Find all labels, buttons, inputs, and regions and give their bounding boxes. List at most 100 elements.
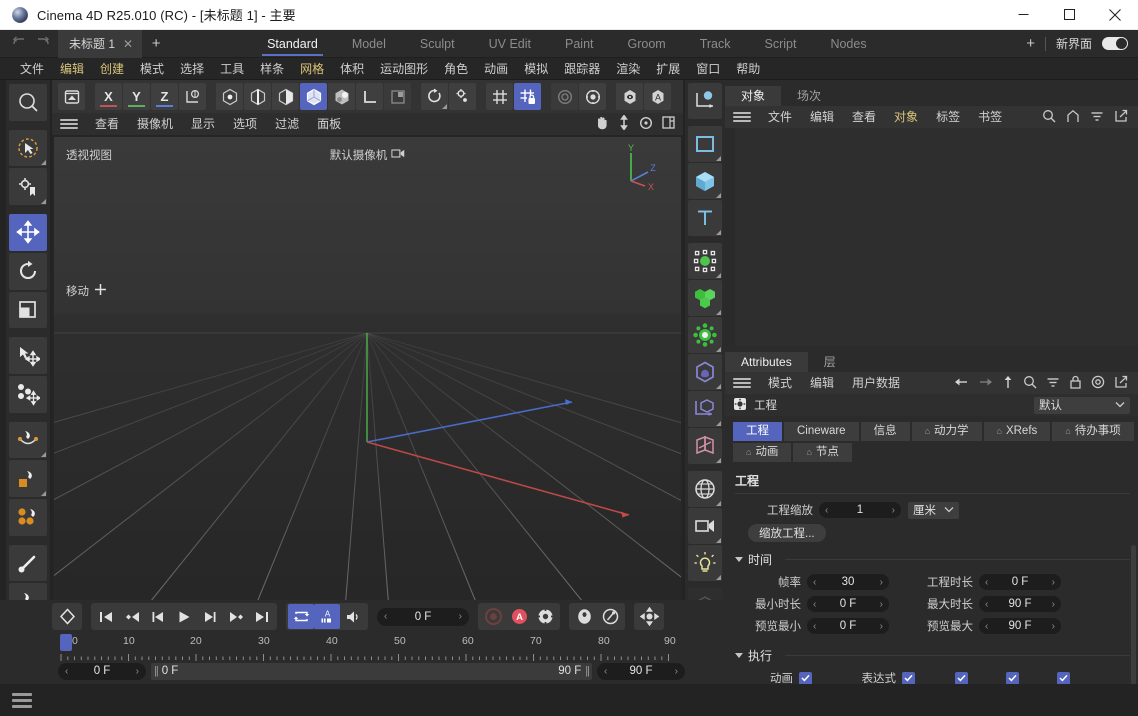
light-object-icon[interactable] bbox=[688, 545, 722, 581]
mograph-array-icon[interactable] bbox=[688, 280, 722, 316]
decrement-icon[interactable]: ‹ bbox=[384, 611, 387, 622]
loop-icon[interactable] bbox=[288, 604, 314, 629]
min-time-field[interactable]: ‹ 0 F › bbox=[807, 596, 889, 612]
menu-tracker[interactable]: 跟踪器 bbox=[556, 58, 608, 80]
menu-render[interactable]: 渲染 bbox=[608, 58, 648, 80]
object-list-content[interactable] bbox=[735, 128, 1138, 346]
viewport-menu-icon[interactable] bbox=[60, 119, 78, 129]
lock-icon[interactable] bbox=[1069, 375, 1082, 392]
home-icon[interactable] bbox=[1066, 109, 1080, 126]
up-arrow-icon[interactable] bbox=[1002, 375, 1014, 392]
expression-exec-checkbox[interactable] bbox=[902, 672, 915, 685]
om-menu-bookmarks[interactable]: 书签 bbox=[969, 106, 1011, 128]
tab-attributes[interactable]: Attributes bbox=[725, 352, 808, 372]
viewport-menu-panel[interactable]: 面板 bbox=[308, 113, 350, 135]
sound-icon[interactable] bbox=[340, 604, 366, 629]
increment-icon[interactable]: › bbox=[1052, 599, 1055, 610]
back-arrow-icon[interactable] bbox=[954, 376, 969, 391]
menu-simulate[interactable]: 模拟 bbox=[516, 58, 556, 80]
field-object-icon[interactable] bbox=[688, 391, 722, 427]
viewport-menu-camera[interactable]: 摄像机 bbox=[128, 113, 182, 135]
project-unit-dropdown[interactable]: 厘米 bbox=[908, 502, 959, 519]
attr-tab-project[interactable]: 工程 bbox=[733, 422, 782, 441]
menu-help[interactable]: 帮助 bbox=[728, 58, 768, 80]
search-icon[interactable] bbox=[1042, 109, 1056, 126]
increment-icon[interactable]: › bbox=[136, 666, 139, 677]
popout-icon[interactable] bbox=[1114, 375, 1128, 392]
menu-volume[interactable]: 体积 bbox=[332, 58, 372, 80]
tab-standard[interactable]: Standard bbox=[250, 30, 335, 58]
menu-select[interactable]: 选择 bbox=[172, 58, 212, 80]
render-view-icon[interactable] bbox=[551, 83, 578, 110]
increment-icon[interactable]: › bbox=[892, 505, 895, 516]
lock-y-axis-icon[interactable]: Y bbox=[123, 83, 150, 110]
point-mode-icon[interactable] bbox=[216, 83, 243, 110]
range-end-field[interactable]: ‹ 90 F › bbox=[597, 663, 685, 680]
mograph-effector-icon[interactable] bbox=[688, 317, 722, 353]
increment-icon[interactable]: › bbox=[880, 599, 883, 610]
text-spline-icon[interactable] bbox=[688, 200, 722, 236]
exec-checkb-5[interactable] bbox=[1057, 672, 1070, 685]
components-move-icon[interactable] bbox=[9, 376, 47, 413]
preview-max-field[interactable]: ‹ 90 F › bbox=[979, 618, 1061, 634]
tab-paint[interactable]: Paint bbox=[548, 30, 611, 58]
add-layout-button[interactable]: + bbox=[1026, 35, 1035, 52]
subdivision-surface-icon[interactable] bbox=[688, 354, 722, 390]
scale-project-button[interactable]: 缩放工程... bbox=[748, 524, 826, 542]
filter-icon[interactable] bbox=[1046, 375, 1060, 392]
current-frame-field[interactable]: ‹ 0 F › bbox=[377, 608, 469, 626]
record-position-icon[interactable] bbox=[480, 604, 506, 629]
quantize-icon[interactable] bbox=[514, 83, 541, 110]
attributes-menu-icon[interactable] bbox=[733, 378, 751, 388]
tab-groom[interactable]: Groom bbox=[611, 30, 683, 58]
autokeying-icon[interactable]: A bbox=[506, 604, 532, 629]
framerate-field[interactable]: ‹ 30 › bbox=[807, 574, 889, 590]
close-button[interactable] bbox=[1092, 0, 1138, 30]
preset-dropdown[interactable]: 默认 bbox=[1034, 397, 1130, 414]
point-move-icon[interactable] bbox=[9, 337, 47, 374]
menu-edit[interactable]: 编辑 bbox=[52, 58, 92, 80]
zoom-view-icon[interactable] bbox=[618, 115, 630, 133]
menu-spline[interactable]: 样条 bbox=[252, 58, 292, 80]
object-list[interactable] bbox=[725, 128, 1138, 346]
time-group-toggle-icon[interactable] bbox=[735, 557, 743, 562]
brush-icon[interactable] bbox=[9, 545, 47, 582]
timeline-playhead[interactable] bbox=[60, 634, 72, 651]
om-menu-view[interactable]: 查看 bbox=[843, 106, 885, 128]
project-scale-field[interactable]: ‹ 1 › bbox=[819, 502, 901, 518]
camera-object-icon[interactable] bbox=[688, 508, 722, 544]
tab-script[interactable]: Script bbox=[748, 30, 814, 58]
attr-tab-cineware[interactable]: Cineware bbox=[784, 422, 859, 441]
tab-track[interactable]: Track bbox=[683, 30, 748, 58]
add-material-icon[interactable]: A bbox=[644, 83, 671, 110]
mograph-cloner-icon[interactable] bbox=[688, 243, 722, 279]
decrement-icon[interactable]: ‹ bbox=[65, 666, 68, 677]
maximize-view-icon[interactable] bbox=[662, 116, 675, 132]
increment-icon[interactable]: › bbox=[880, 577, 883, 588]
polygon-mode-icon[interactable] bbox=[272, 83, 299, 110]
menu-tools[interactable]: 工具 bbox=[212, 58, 252, 80]
attr-tab-info[interactable]: 信息 bbox=[861, 422, 910, 441]
menu-window[interactable]: 窗口 bbox=[688, 58, 728, 80]
parameter-key-icon[interactable] bbox=[636, 604, 662, 629]
lock-z-axis-icon[interactable]: Z bbox=[151, 83, 178, 110]
lock-x-axis-icon[interactable]: X bbox=[95, 83, 122, 110]
object-manager-menu-icon[interactable] bbox=[733, 112, 751, 122]
rotation-key-icon[interactable] bbox=[597, 604, 623, 629]
scale-tool-icon[interactable] bbox=[9, 292, 47, 329]
timeline-ruler[interactable]: 0 10 20 30 40 50 60 70 80 90 bbox=[60, 634, 677, 660]
menu-animate[interactable]: 动画 bbox=[476, 58, 516, 80]
enable-snap-icon[interactable] bbox=[449, 83, 476, 110]
menu-character[interactable]: 角色 bbox=[436, 58, 476, 80]
status-bar-menu-icon[interactable] bbox=[12, 693, 32, 708]
viewport-menu-filter[interactable]: 过滤 bbox=[266, 113, 308, 135]
enable-axis-icon[interactable] bbox=[421, 83, 448, 110]
tab-objects[interactable]: 对象 bbox=[725, 86, 781, 106]
undo-object-icon[interactable] bbox=[58, 83, 85, 110]
rotate-tool-icon[interactable] bbox=[9, 253, 47, 290]
range-left-grip[interactable]: || bbox=[154, 665, 158, 677]
om-menu-tags[interactable]: 标签 bbox=[927, 106, 969, 128]
attributes-scrollbar[interactable] bbox=[1131, 545, 1136, 685]
popout-icon[interactable] bbox=[1114, 109, 1128, 126]
maximize-button[interactable] bbox=[1046, 0, 1092, 30]
